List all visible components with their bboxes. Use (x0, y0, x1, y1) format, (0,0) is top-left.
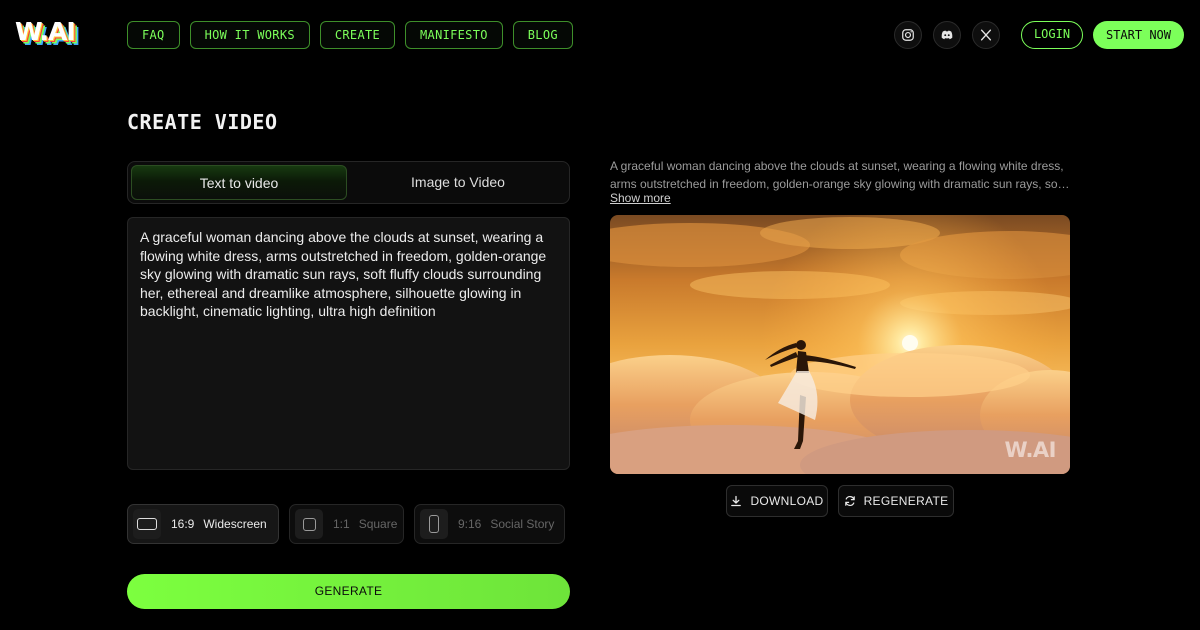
preview-prompt: A graceful woman dancing above the cloud… (610, 157, 1070, 193)
tab-text-to-video[interactable]: Text to video (131, 165, 347, 200)
preview-prompt-line-2: arms outstretched in freedom, golden-ora… (610, 177, 1070, 191)
preview-prompt-line-1: A graceful woman dancing above the cloud… (610, 159, 1064, 173)
ratio-option-square[interactable]: 1:1 Square (289, 504, 404, 544)
download-button[interactable]: DOWNLOAD (726, 485, 828, 517)
download-icon (731, 495, 742, 507)
refresh-icon (844, 495, 855, 507)
start-now-button[interactable]: START NOW (1093, 21, 1184, 49)
nav-how-it-works[interactable]: HOW IT WORKS (189, 21, 310, 49)
discord-icon (941, 30, 953, 40)
brand-logo[interactable]: W.AI W.AI W.AI W.AI W.AI (15, 17, 92, 52)
square-icon (302, 517, 316, 531)
discord-link[interactable] (933, 21, 961, 49)
widescreen-icon (137, 518, 157, 530)
ratio-name: Square (358, 517, 398, 531)
ratio-option-social-story[interactable]: 9:16 Social Story (414, 504, 565, 544)
tab-image-to-video[interactable]: Image to Video (350, 165, 566, 200)
generate-button[interactable]: GENERATE (127, 574, 570, 609)
main-nav: FAQ HOW IT WORKS CREATE MANIFESTO BLOG (127, 21, 573, 49)
ratio-icon-box (295, 509, 323, 539)
portrait-icon (429, 515, 439, 533)
show-more-link[interactable]: Show more (610, 191, 671, 205)
ratio-value: 1:1 (333, 517, 350, 531)
nav-manifesto[interactable]: MANIFESTO (405, 21, 503, 49)
download-label: DOWNLOAD (750, 494, 824, 508)
ratio-value: 9:16 (458, 517, 482, 531)
instagram-icon (902, 29, 914, 41)
nav-faq[interactable]: FAQ (127, 21, 180, 49)
x-link[interactable] (972, 21, 1000, 49)
logo-text: W.AI (15, 17, 76, 46)
mode-tabs: Text to video Image to Video (127, 161, 570, 204)
login-button[interactable]: LOGIN (1021, 21, 1083, 49)
prompt-text: A graceful woman dancing above the cloud… (140, 229, 547, 320)
instagram-link[interactable] (894, 21, 922, 49)
prompt-input[interactable]: A graceful woman dancing above the cloud… (127, 217, 570, 470)
ratio-option-widescreen[interactable]: 16:9 Widescreen (127, 504, 279, 544)
ratio-value: 16:9 (171, 517, 195, 531)
ratio-name: Social Story (490, 517, 555, 531)
preview-image (610, 215, 1070, 474)
nav-create[interactable]: CREATE (319, 21, 396, 49)
ratio-icon-box (420, 509, 448, 539)
ratio-icon-box (133, 509, 161, 539)
regenerate-button[interactable]: REGENERATE (838, 485, 954, 517)
regenerate-label: REGENERATE (863, 494, 949, 508)
page-title: CREATE VIDEO (127, 110, 278, 134)
video-preview[interactable]: W.AI (610, 215, 1070, 474)
x-icon (980, 29, 992, 41)
preview-watermark: W.AI (1004, 438, 1057, 462)
ratio-name: Widescreen (203, 517, 267, 531)
nav-blog[interactable]: BLOG (512, 21, 573, 49)
